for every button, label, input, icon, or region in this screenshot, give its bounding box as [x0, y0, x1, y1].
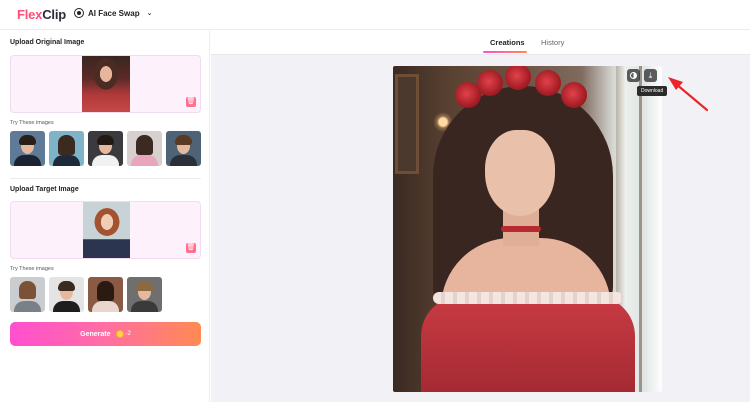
original-image-thumb	[82, 56, 130, 112]
compare-button[interactable]	[627, 69, 640, 82]
target-upload-box[interactable]: 🗑	[10, 201, 201, 259]
top-header: FlexClip AI Face Swap ⌄	[0, 0, 750, 30]
sample-image[interactable]	[127, 131, 162, 166]
section-divider	[10, 178, 201, 179]
logo-flex: Flex	[17, 7, 43, 22]
original-upload-box[interactable]: 🗑	[10, 55, 201, 113]
credit-cost: -2	[115, 330, 131, 338]
target-title: Upload Target Image	[10, 186, 79, 193]
try-images-label-2: Try These images	[10, 266, 54, 272]
result-area: Creations History ⤓ Download	[211, 30, 750, 402]
original-sample-list	[10, 131, 201, 166]
download-icon: ⤓	[648, 70, 653, 80]
sample-image[interactable]	[10, 277, 45, 312]
face-swap-icon	[74, 8, 84, 18]
download-button[interactable]: ⤓	[644, 69, 657, 82]
sample-image[interactable]	[127, 277, 162, 312]
sample-image[interactable]	[49, 277, 84, 312]
coin-icon	[115, 330, 124, 338]
sample-image[interactable]	[88, 277, 123, 312]
delete-original-button[interactable]: 🗑	[186, 97, 196, 107]
compare-icon	[630, 72, 637, 79]
credit-value: -2	[125, 331, 131, 337]
result-image: ⤓	[393, 66, 662, 392]
active-tab-indicator	[483, 51, 527, 53]
original-title: Upload Original Image	[10, 39, 85, 46]
sample-image[interactable]	[10, 131, 45, 166]
try-images-label-1: Try These images	[10, 120, 54, 126]
sample-image[interactable]	[49, 131, 84, 166]
chevron-down-icon: ⌄	[146, 10, 153, 17]
left-panel: Upload Original Image 🗑 Try These images…	[0, 30, 210, 402]
tool-switcher[interactable]: AI Face Swap ⌄	[74, 8, 152, 18]
tab-bar: Creations History	[211, 30, 750, 55]
delete-target-button[interactable]: 🗑	[186, 243, 196, 253]
logo-clip: Clip	[42, 7, 66, 22]
generate-button[interactable]: Generate -2	[10, 322, 201, 346]
tool-name: AI Face Swap	[88, 8, 140, 18]
tab-creations[interactable]: Creations	[490, 38, 525, 47]
sample-image[interactable]	[88, 131, 123, 166]
rose-crown	[455, 66, 595, 116]
tab-history[interactable]: History	[541, 38, 564, 47]
target-image-thumb	[83, 202, 130, 258]
sample-image[interactable]	[166, 131, 201, 166]
download-tooltip: Download	[637, 86, 668, 96]
flexclip-logo[interactable]: FlexClip	[17, 7, 66, 22]
generate-label: Generate	[80, 330, 111, 338]
target-sample-list	[10, 277, 162, 312]
